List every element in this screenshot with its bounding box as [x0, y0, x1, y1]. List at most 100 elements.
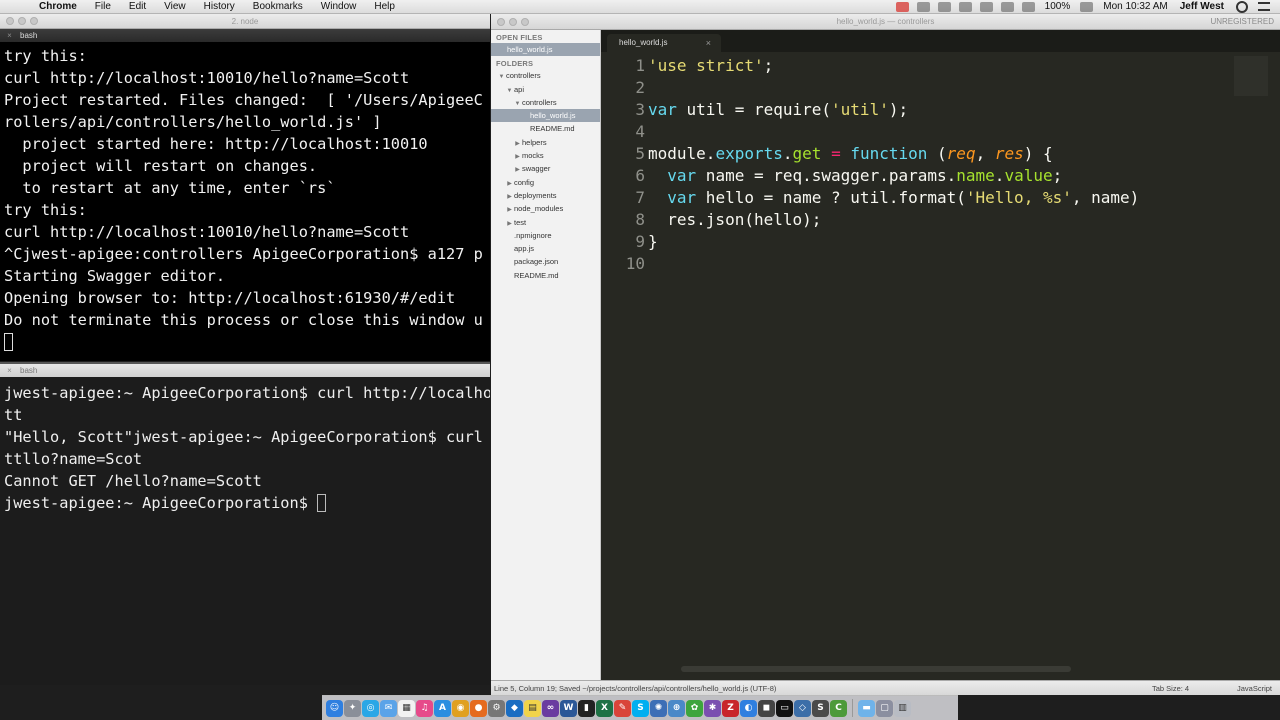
launchpad-icon[interactable]: ✦: [344, 699, 361, 717]
spotlight-search-icon[interactable]: [1236, 0, 1248, 13]
close-tab-icon[interactable]: ×: [706, 34, 711, 52]
terminal-prompt-line[interactable]: [4, 331, 490, 353]
terminal-window-titlebar[interactable]: 2. node: [0, 14, 490, 29]
menu-chrome[interactable]: Chrome: [30, 0, 86, 14]
safari-icon[interactable]: ◎: [362, 699, 379, 717]
folder-tree-item[interactable]: package.json: [491, 255, 600, 268]
folder-tree-item[interactable]: .npmignore: [491, 229, 600, 242]
folder-tree-item[interactable]: ▶ config: [491, 176, 600, 189]
user-menu[interactable]: Jeff West: [1174, 1, 1230, 12]
skitch-icon[interactable]: ✎: [614, 699, 631, 717]
terminal-pane-top[interactable]: × bash try this: curl http://localhost:10…: [0, 29, 490, 361]
code-line[interactable]: 'use strict';: [648, 55, 1139, 77]
status-icon[interactable]: [916, 1, 930, 12]
code-line[interactable]: [648, 121, 1139, 143]
notes-icon[interactable]: ▤: [524, 699, 541, 717]
code-line[interactable]: var hello = name ? util.format('Hello, %…: [648, 187, 1139, 209]
browser-icon[interactable]: ◐: [740, 699, 757, 717]
folder-tree-item[interactable]: ▶ mocks: [491, 149, 600, 162]
app-store-icon[interactable]: A: [434, 699, 451, 717]
pinwheel-icon[interactable]: ✿: [686, 699, 703, 717]
folder-tree-item[interactable]: ▶ test: [491, 216, 600, 229]
network-icon[interactable]: ⊕: [668, 699, 685, 717]
tab-size-selector[interactable]: Tab Size: 4: [1152, 681, 1189, 696]
code-line[interactable]: var util = require('util');: [648, 99, 1139, 121]
zoom-window-button[interactable]: [521, 18, 529, 26]
trash-icon[interactable]: ▥: [894, 699, 911, 717]
camera-icon[interactable]: ◼: [758, 699, 775, 717]
minimize-window-button[interactable]: [18, 17, 26, 25]
console-icon[interactable]: ▭: [776, 699, 793, 717]
xcode-icon[interactable]: ✱: [704, 699, 721, 717]
sublime-icon[interactable]: S: [812, 699, 829, 717]
coda-icon[interactable]: C: [830, 699, 847, 717]
vagrant-icon[interactable]: ◇: [794, 699, 811, 717]
visual-studio-icon[interactable]: ∞: [542, 699, 559, 717]
terminal-pane-bottom[interactable]: × bash jwest-apigee:~ ApigeeCorporation$…: [0, 362, 490, 685]
terminal-prompt-line[interactable]: jwest-apigee:~ ApigeeCorporation$: [4, 492, 490, 514]
tab-hello-world-js[interactable]: hello_world.js ×: [607, 34, 721, 52]
folder-tree-item[interactable]: README.md: [491, 122, 600, 135]
menu-history[interactable]: History: [195, 0, 244, 14]
folder-tree-item[interactable]: ▼ controllers: [491, 69, 600, 82]
folder-tree-item[interactable]: ▶ node_modules: [491, 202, 600, 215]
code-content[interactable]: 'use strict'; var util = require('util');…: [648, 55, 1139, 275]
close-pane-icon[interactable]: ×: [5, 366, 14, 375]
chrome-icon[interactable]: ◉: [452, 699, 469, 717]
folder-tree-item[interactable]: README.md: [491, 269, 600, 282]
code-editor[interactable]: 1 2 3 4 5 6 7 8 9 10 'use strict'; var util = requ…: [601, 52, 1280, 680]
volume-icon[interactable]: [1021, 1, 1035, 12]
downloads-icon[interactable]: ▢: [876, 699, 893, 717]
open-file-item[interactable]: hello_world.js: [491, 43, 600, 57]
firefox-icon[interactable]: ●: [470, 699, 487, 717]
code-line[interactable]: [648, 77, 1139, 99]
menu-help[interactable]: Help: [365, 0, 404, 14]
close-window-button[interactable]: [6, 17, 14, 25]
folder-icon[interactable]: ▬: [858, 699, 875, 717]
code-line[interactable]: res.json(hello);: [648, 209, 1139, 231]
code-line[interactable]: [648, 253, 1139, 275]
folder-tree-item[interactable]: ▼ controllers: [491, 96, 600, 109]
finder-icon[interactable]: ☺: [326, 699, 343, 717]
menu-edit[interactable]: Edit: [120, 0, 155, 14]
minimap[interactable]: [1234, 56, 1268, 96]
code-line[interactable]: var name = req.swagger.params.name.value…: [648, 165, 1139, 187]
horizontal-scrollbar[interactable]: [681, 666, 1071, 672]
clock[interactable]: Mon 10:32 AM: [1097, 1, 1173, 12]
menu-bookmarks[interactable]: Bookmarks: [244, 0, 312, 14]
terminal-icon[interactable]: ▮: [578, 699, 595, 717]
folder-tree-item[interactable]: ▼ api: [491, 83, 600, 96]
syntax-selector[interactable]: JavaScript: [1237, 681, 1272, 696]
menu-file[interactable]: File: [86, 0, 120, 14]
menu-window[interactable]: Window: [312, 0, 366, 14]
code-line[interactable]: }: [648, 231, 1139, 253]
sublime-titlebar[interactable]: hello_world.js — controllers UNREGISTERE…: [491, 14, 1280, 30]
battery-icon[interactable]: [1080, 1, 1094, 12]
itunes-icon[interactable]: ♫: [416, 699, 433, 717]
folder-tree-item[interactable]: ▶ swagger: [491, 162, 600, 175]
vpn-icon[interactable]: ✺: [650, 699, 667, 717]
skype-icon[interactable]: S: [632, 699, 649, 717]
close-pane-icon[interactable]: ×: [5, 31, 14, 40]
sourcetree-icon[interactable]: ◆: [506, 699, 523, 717]
notification-center-icon[interactable]: [1258, 2, 1270, 11]
mail-icon[interactable]: ✉: [380, 699, 397, 717]
word-icon[interactable]: W: [560, 699, 577, 717]
wifi-icon[interactable]: [1000, 1, 1014, 12]
calendar-icon[interactable]: ▦: [398, 699, 415, 717]
recording-status-icon[interactable]: [895, 1, 909, 12]
folder-tree-item[interactable]: ▶ helpers: [491, 136, 600, 149]
battery-percent[interactable]: 100%: [1039, 1, 1077, 12]
zoom-window-button[interactable]: [30, 17, 38, 25]
time-machine-icon[interactable]: [979, 1, 993, 12]
folder-tree-item[interactable]: app.js: [491, 242, 600, 255]
filezilla-icon[interactable]: Z: [722, 699, 739, 717]
folder-tree-item[interactable]: ▶ deployments: [491, 189, 600, 202]
excel-icon[interactable]: X: [596, 699, 613, 717]
minimize-window-button[interactable]: [509, 18, 517, 26]
folder-tree-item[interactable]: hello_world.js: [491, 109, 600, 123]
menu-view[interactable]: View: [155, 0, 195, 14]
notification-status-icon[interactable]: [937, 1, 951, 12]
system-prefs-icon[interactable]: ⚙: [488, 699, 505, 717]
bluetooth-icon[interactable]: [958, 1, 972, 12]
